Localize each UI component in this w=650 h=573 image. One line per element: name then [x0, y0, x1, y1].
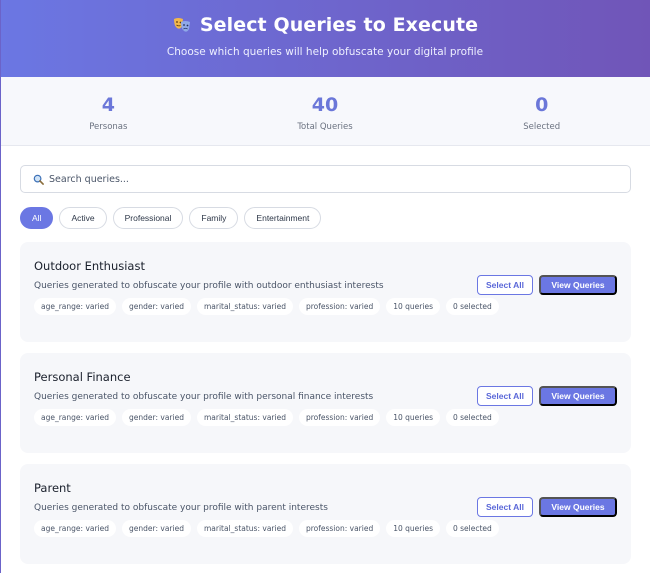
persona-name: Outdoor Enthusiast: [34, 259, 145, 273]
page-title-row: Select Queries to Execute: [0, 14, 650, 36]
persona-tags: age_range: varied gender: varied marital…: [34, 520, 617, 537]
filter-all[interactable]: All: [20, 207, 54, 229]
tag-query-count: 10 queries: [386, 520, 440, 537]
window-edge: [0, 0, 1, 573]
tag-query-count: 10 queries: [386, 298, 440, 315]
stat-personas: 4 Personas: [0, 77, 217, 145]
filter-professional[interactable]: Professional: [112, 207, 184, 229]
stat-value: 4: [101, 94, 115, 116]
stats-bar: 4 Personas 40 Total Queries 0 Selected: [0, 77, 650, 146]
card-actions: Select All View Queries: [477, 386, 617, 406]
select-all-button[interactable]: Select All: [477, 386, 533, 406]
tag-profession: profession: varied: [298, 298, 381, 315]
tag-profession: profession: varied: [298, 409, 381, 426]
tag-selected-count: 0 selected: [445, 298, 499, 315]
search-box[interactable]: [20, 165, 631, 193]
page-title: Select Queries to Execute: [199, 14, 479, 36]
tag-marital-status: marital_status: varied: [196, 298, 293, 315]
magnifier-icon: [33, 170, 44, 189]
persona-card-personal-finance: Personal Finance Queries generated to ob…: [20, 353, 631, 453]
persona-card-parent: Parent Queries generated to obfuscate yo…: [20, 464, 631, 564]
card-actions: Select All View Queries: [477, 497, 617, 517]
stat-label: Total Queries: [297, 122, 353, 132]
persona-tags: age_range: varied gender: varied marital…: [34, 298, 617, 315]
persona-name: Personal Finance: [34, 370, 131, 384]
view-queries-button[interactable]: View Queries: [539, 497, 617, 517]
tag-age-range: age_range: varied: [34, 520, 117, 537]
page-header: Select Queries to Execute Choose which q…: [0, 0, 650, 77]
stat-total-queries: 40 Total Queries: [217, 77, 434, 145]
stat-label: Personas: [89, 122, 128, 132]
tag-marital-status: marital_status: varied: [196, 520, 293, 537]
filter-active[interactable]: Active: [59, 207, 107, 229]
stat-selected: 0 Selected: [433, 77, 650, 145]
select-all-button[interactable]: Select All: [477, 497, 533, 517]
card-actions: Select All View Queries: [477, 275, 617, 295]
page-subtitle: Choose which queries will help obfuscate…: [166, 46, 484, 58]
persona-tags: age_range: varied gender: varied marital…: [34, 409, 617, 426]
tag-age-range: age_range: varied: [34, 298, 117, 315]
filter-chips: All Active Professional Family Entertain…: [20, 207, 631, 229]
view-queries-button[interactable]: View Queries: [539, 386, 617, 406]
tag-query-count: 10 queries: [386, 409, 440, 426]
select-all-button[interactable]: Select All: [477, 275, 533, 295]
tag-selected-count: 0 selected: [445, 409, 499, 426]
persona-name: Parent: [34, 481, 71, 495]
tag-age-range: age_range: varied: [34, 409, 117, 426]
tag-gender: gender: varied: [122, 409, 191, 426]
tag-profession: profession: varied: [298, 520, 381, 537]
tag-marital-status: marital_status: varied: [196, 409, 293, 426]
search-input[interactable]: [49, 173, 609, 185]
filter-entertainment[interactable]: Entertainment: [244, 207, 322, 229]
persona-list: Outdoor Enthusiast Queries generated to …: [20, 242, 631, 564]
tag-gender: gender: varied: [122, 520, 191, 537]
theater-masks-icon: [172, 15, 192, 35]
persona-card-outdoor-enthusiast: Outdoor Enthusiast Queries generated to …: [20, 242, 631, 342]
filter-family[interactable]: Family: [189, 207, 239, 229]
tag-selected-count: 0 selected: [445, 520, 499, 537]
stat-value: 0: [535, 94, 549, 116]
tag-gender: gender: varied: [122, 298, 191, 315]
view-queries-button[interactable]: View Queries: [539, 275, 617, 295]
stat-label: Selected: [523, 122, 561, 132]
stat-value: 40: [311, 94, 339, 116]
main-content: All Active Professional Family Entertain…: [0, 146, 650, 564]
